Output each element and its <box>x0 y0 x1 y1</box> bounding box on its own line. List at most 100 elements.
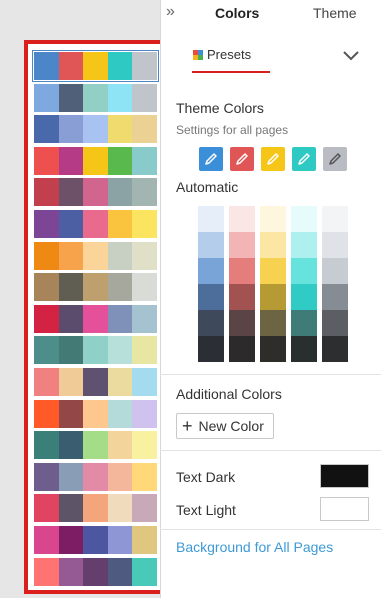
automatic-color-swatch[interactable] <box>322 310 348 336</box>
palette-swatch <box>107 146 133 175</box>
automatic-color-swatch[interactable] <box>322 258 348 284</box>
automatic-color-swatch[interactable] <box>322 206 348 232</box>
theme-color-button[interactable] <box>199 147 223 171</box>
palette-swatch <box>34 557 59 586</box>
automatic-color-swatch[interactable] <box>229 336 255 362</box>
preset-palette-row[interactable] <box>34 273 157 302</box>
automatic-color-swatch[interactable] <box>198 258 224 284</box>
palette-swatch <box>34 178 59 207</box>
automatic-color-swatch[interactable] <box>229 232 255 258</box>
automatic-color-swatch[interactable] <box>260 336 286 362</box>
palette-swatch <box>34 52 59 80</box>
tab-colors[interactable]: Colors <box>215 5 259 21</box>
preset-palette-row[interactable] <box>34 83 157 112</box>
divider <box>160 450 381 451</box>
preset-palette-row[interactable] <box>34 557 157 586</box>
automatic-color-swatch[interactable] <box>322 232 348 258</box>
automatic-color-swatch[interactable] <box>198 310 224 336</box>
preset-palette-row[interactable] <box>34 146 157 175</box>
presets-tab[interactable]: Presets <box>193 47 251 62</box>
palette-swatch <box>107 241 133 270</box>
palette-swatch <box>83 431 108 460</box>
preset-palette-row[interactable] <box>34 336 157 365</box>
palette-swatch <box>132 557 157 586</box>
palette-swatch <box>107 462 133 491</box>
preset-palette-row[interactable] <box>34 431 157 460</box>
automatic-color-column <box>291 206 317 362</box>
automatic-color-swatch[interactable] <box>291 232 317 258</box>
automatic-color-swatch[interactable] <box>260 310 286 336</box>
preset-palette-row[interactable] <box>34 241 157 270</box>
automatic-color-column <box>198 206 224 362</box>
preset-palette-row[interactable] <box>34 494 157 523</box>
automatic-color-swatch[interactable] <box>322 336 348 362</box>
pencil-icon <box>236 153 248 165</box>
automatic-color-swatch[interactable] <box>291 310 317 336</box>
automatic-color-swatch[interactable] <box>229 258 255 284</box>
palette-swatch <box>34 462 59 491</box>
automatic-color-swatch[interactable] <box>198 284 224 310</box>
new-color-button[interactable]: + New Color <box>176 413 274 439</box>
expand-panel-icon[interactable]: » <box>166 3 175 21</box>
palette-swatch <box>107 431 133 460</box>
palette-swatch <box>34 210 59 238</box>
new-color-label: New Color <box>198 418 264 434</box>
grid-icon-cell <box>198 54 203 60</box>
automatic-color-swatch[interactable] <box>229 284 255 310</box>
palette-swatch <box>83 399 108 428</box>
preset-palette-row[interactable] <box>34 178 157 207</box>
theme-color-button[interactable] <box>323 147 347 171</box>
automatic-color-swatch[interactable] <box>291 284 317 310</box>
palette-swatch <box>58 368 84 396</box>
automatic-color-swatch[interactable] <box>198 206 224 232</box>
automatic-color-swatch[interactable] <box>229 206 255 232</box>
automatic-color-swatch[interactable] <box>291 206 317 232</box>
automatic-color-swatch[interactable] <box>260 206 286 232</box>
palette-swatch <box>107 83 133 112</box>
tab-theme[interactable]: Theme <box>313 5 357 21</box>
theme-color-button[interactable] <box>292 147 316 171</box>
preset-palette-row[interactable] <box>34 526 157 554</box>
palette-swatch <box>83 462 108 491</box>
automatic-color-swatch[interactable] <box>322 284 348 310</box>
preset-palette-row[interactable] <box>34 304 157 333</box>
palette-swatch <box>132 52 157 80</box>
palette-swatch <box>58 52 84 80</box>
automatic-color-swatch[interactable] <box>229 310 255 336</box>
automatic-color-swatch[interactable] <box>291 336 317 362</box>
chevron-down-icon[interactable] <box>342 50 360 62</box>
preset-palette-row[interactable] <box>34 115 157 144</box>
preset-palette-row[interactable] <box>32 50 159 82</box>
automatic-color-swatch[interactable] <box>198 232 224 258</box>
automatic-color-swatch[interactable] <box>260 258 286 284</box>
palette-swatch <box>58 115 84 144</box>
automatic-color-swatch[interactable] <box>198 336 224 362</box>
palette-swatch <box>58 83 84 112</box>
palette-swatch <box>34 494 59 523</box>
palette-swatch <box>107 526 133 554</box>
palette-swatch <box>58 494 84 523</box>
automatic-color-swatch[interactable] <box>260 232 286 258</box>
preset-palette-row[interactable] <box>34 462 157 491</box>
automatic-color-swatch[interactable] <box>291 258 317 284</box>
preset-palette-row[interactable] <box>34 210 157 238</box>
palette-swatch <box>83 52 108 80</box>
divider <box>160 529 381 530</box>
pencil-icon <box>329 153 341 165</box>
text-dark-swatch[interactable] <box>320 464 369 488</box>
automatic-color-swatch[interactable] <box>260 284 286 310</box>
theme-color-button[interactable] <box>230 147 254 171</box>
automatic-title: Automatic <box>176 179 239 195</box>
text-light-label: Text Light <box>176 502 236 518</box>
preset-palette-row[interactable] <box>34 399 157 428</box>
text-light-swatch[interactable] <box>320 497 369 521</box>
preset-palette-row[interactable] <box>34 368 157 396</box>
palette-swatch <box>58 557 84 586</box>
background-all-pages-link[interactable]: Background for All Pages <box>176 539 333 555</box>
palette-swatch <box>58 210 84 238</box>
theme-color-button[interactable] <box>261 147 285 171</box>
palette-swatch <box>34 336 59 365</box>
palette-swatch <box>58 336 84 365</box>
palette-swatch <box>132 115 157 144</box>
automatic-color-column <box>322 206 348 362</box>
